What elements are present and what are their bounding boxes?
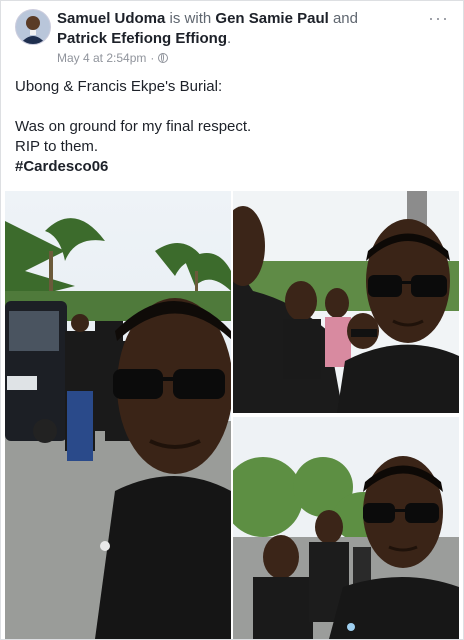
header-period: . [227,30,232,47]
globe-icon[interactable] [158,53,169,63]
tagged-user-2[interactable]: Patrick Efefiong Effiong [57,30,227,47]
meta-separator: · [150,51,155,65]
photo-selfie-crowd[interactable] [233,191,459,413]
post-header: Samuel Udoma is with Gen Samie Paul and … [15,9,451,69]
post-card: Samuel Udoma is with Gen Samie Paul and … [0,0,464,640]
post-text-line: RIP to them. [15,138,99,155]
more-options-icon[interactable]: ··· [428,9,449,27]
with-text: is with [169,10,212,27]
photo-selfie-mourners[interactable] [233,417,459,639]
post-meta: May 4 at 2:54pm · [57,51,169,65]
post-body: Ubong & Francis Ekpe's Burial: Was on gr… [15,77,445,177]
author-name[interactable]: Samuel Udoma [57,10,165,27]
and-text: and [332,10,358,27]
tagged-user-1[interactable]: Gen Samie Paul [215,10,328,27]
hashtag-link[interactable]: #Cardesco06 [15,157,445,177]
post-text-line: Ubong & Francis Ekpe's Burial: [15,78,223,95]
photo-selfie-procession[interactable] [5,191,231,639]
post-text-line: Was on ground for my final respect. [15,118,252,135]
post-header-text: Samuel Udoma is with Gen Samie Paul and … [57,9,427,49]
timestamp[interactable]: May 4 at 2:54pm [57,51,146,65]
avatar[interactable] [15,9,51,45]
